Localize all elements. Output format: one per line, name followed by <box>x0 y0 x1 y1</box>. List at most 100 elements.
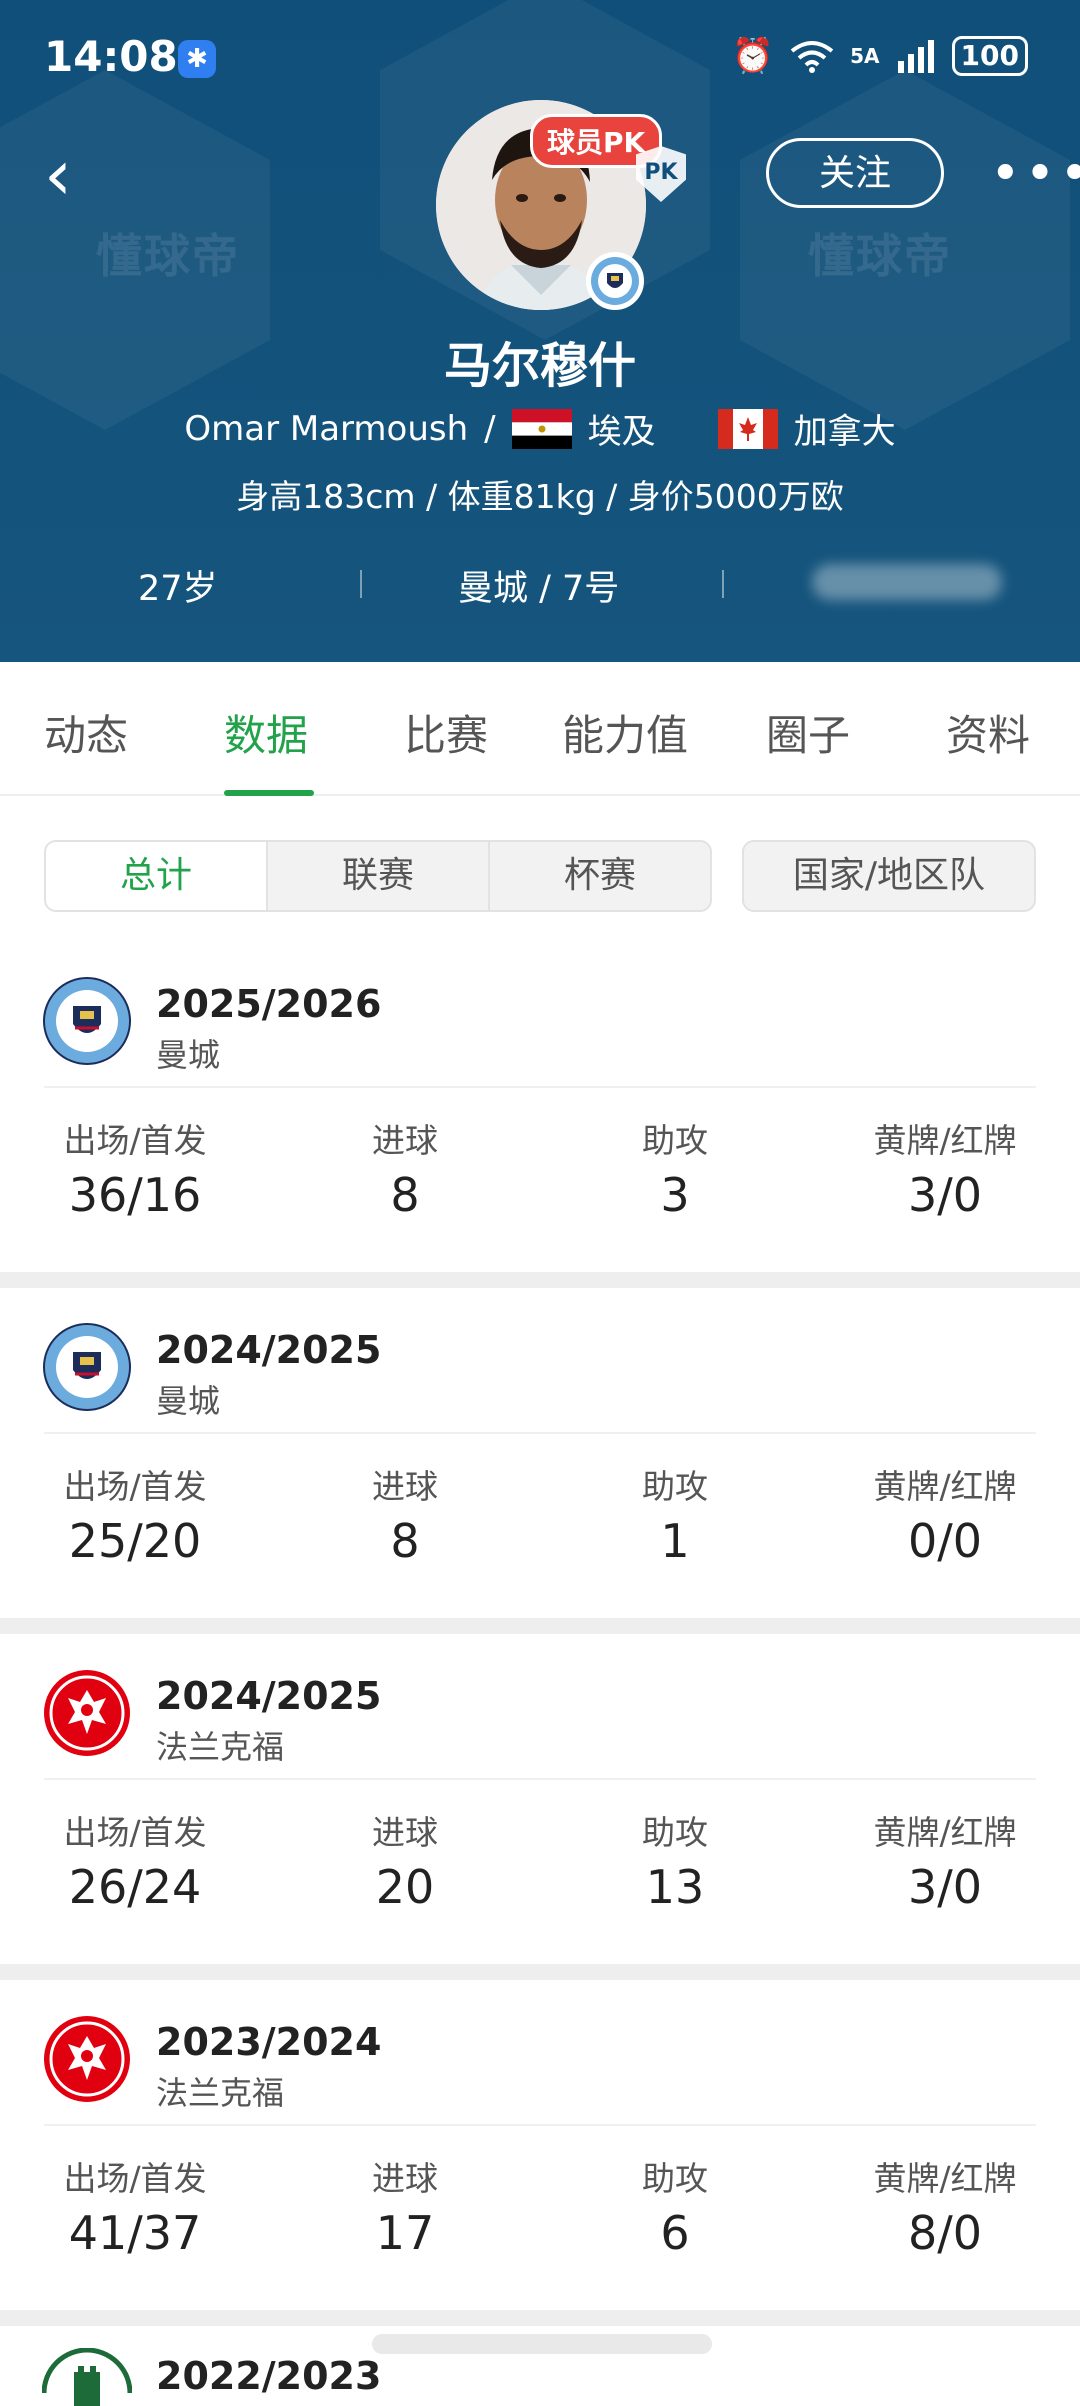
card-separator <box>0 1618 1080 1634</box>
tab-ability[interactable]: 能力值 <box>562 702 688 763</box>
card-divider <box>44 1432 1036 1434</box>
tab-data[interactable]: 数据 <box>224 702 308 763</box>
stat-cards: 黄牌/红牌 3/0 <box>810 1806 1080 1914</box>
watermark: 懂球帝 <box>96 229 240 283</box>
alarm-icon: ⏰ <box>731 36 775 76</box>
stat-value: 25/20 <box>68 1514 202 1568</box>
stat-value: 8 <box>390 1168 420 1222</box>
season-card[interactable]: 2022/2023 <box>0 2326 1080 2406</box>
filter-total[interactable]: 总计 <box>46 842 268 910</box>
loading-placeholder <box>372 2334 712 2354</box>
stat-value: 8 <box>390 1514 420 1568</box>
tab-profile-info[interactable]: 资料 <box>946 702 1030 763</box>
card-divider <box>44 1778 1036 1780</box>
player-header: 懂球帝 懂球帝 14:08 ✱ ⏰ 5A 100 ‹ 关注 ••• <box>0 0 1080 662</box>
stat-value: 3 <box>660 1168 690 1222</box>
blurred-meta-item <box>812 564 1002 600</box>
stat-label: 黄牌/红牌 <box>873 1121 1017 1160</box>
stat-assists: 助攻 3 <box>540 1114 810 1222</box>
stat-value: 13 <box>645 1860 705 1914</box>
stat-assists: 助攻 6 <box>540 2152 810 2260</box>
season-club: 曼城 <box>156 1382 221 1420</box>
season-card[interactable]: 2024/2025 曼城 出场/首发 25/20 进球 8 助攻 1 黄牌/红牌… <box>0 1300 1080 1630</box>
stat-assists: 助攻 13 <box>540 1806 810 1914</box>
stat-apps: 出场/首发 25/20 <box>0 1460 270 1568</box>
stat-label: 进球 <box>372 2159 438 2198</box>
man-city-crest-icon <box>43 1323 131 1411</box>
man-city-crest-icon <box>43 977 131 1065</box>
stat-goals: 进球 8 <box>270 1114 540 1222</box>
filter-league[interactable]: 联赛 <box>268 842 490 910</box>
stat-value: 17 <box>375 2206 435 2260</box>
stat-value: 0/0 <box>907 1514 983 1568</box>
player-age: 27岁 <box>138 569 218 609</box>
stat-apps: 出场/首发 41/37 <box>0 2152 270 2260</box>
stat-cards: 黄牌/红牌 0/0 <box>810 1460 1080 1568</box>
active-tab-indicator <box>224 790 314 796</box>
stat-label: 助攻 <box>642 2159 708 2198</box>
name-separator: / <box>484 408 496 449</box>
card-separator <box>0 1272 1080 1288</box>
wifi-icon <box>790 41 834 73</box>
player-name-cn: 马尔穆什 <box>443 338 636 394</box>
stat-value: 36/16 <box>68 1168 202 1222</box>
club-crest-icon <box>42 2348 132 2406</box>
stat-apps: 出场/首发 36/16 <box>0 1114 270 1222</box>
season-year: 2023/2024 <box>156 2020 382 2064</box>
stat-assists: 助攻 1 <box>540 1460 810 1568</box>
man-city-crest-icon <box>591 257 639 305</box>
status-time: 14:08 <box>44 32 178 81</box>
watermark: 懂球帝 <box>808 229 952 283</box>
season-club: 法兰克福 <box>156 1728 285 1766</box>
competition-filter: 总计 联赛 杯赛 <box>44 840 712 912</box>
nationality-egypt: 埃及 <box>587 412 656 452</box>
card-divider <box>44 1086 1036 1088</box>
stat-value: 6 <box>660 2206 690 2260</box>
canada-flag-icon <box>717 408 778 449</box>
stat-value: 3/0 <box>907 1168 983 1222</box>
meta-divider <box>722 570 724 598</box>
signal-icon <box>897 40 934 73</box>
network-type: 5A <box>850 44 880 68</box>
stat-cards: 黄牌/红牌 3/0 <box>810 1114 1080 1222</box>
filter-cup[interactable]: 杯赛 <box>490 842 710 910</box>
app-notification-icon: ✱ <box>178 40 216 78</box>
tab-dynamics[interactable]: 动态 <box>44 702 128 763</box>
player-club-number[interactable]: 曼城 / 7号 <box>458 560 619 611</box>
season-card[interactable]: 2024/2025 法兰克福 出场/首发 26/24 进球 20 助攻 13 黄… <box>0 1646 1080 1976</box>
nationality-row: Omar Marmoush / 埃及 加拿大 <box>0 404 1080 453</box>
season-year: 2025/2026 <box>156 982 382 1026</box>
card-separator <box>0 1964 1080 1980</box>
player-meta-row: 27岁 曼城 / 7号 <box>0 560 1080 610</box>
meta-divider <box>360 570 362 598</box>
stat-apps: 出场/首发 26/24 <box>0 1806 270 1914</box>
stat-label: 黄牌/红牌 <box>873 2159 1017 2198</box>
filter-national-team[interactable]: 国家/地区队 <box>742 840 1036 912</box>
club-mini-logo <box>586 252 644 310</box>
stat-value: 3/0 <box>907 1860 983 1914</box>
season-card[interactable]: 2025/2026 曼城 出场/首发 36/16 进球 8 助攻 3 黄牌/红牌… <box>0 954 1080 1284</box>
stat-value: 8/0 <box>907 2206 983 2260</box>
season-club: 曼城 <box>156 1036 221 1074</box>
stat-label: 助攻 <box>642 1121 708 1160</box>
stat-label: 助攻 <box>642 1467 708 1506</box>
season-year: 2022/2023 <box>156 2354 382 2398</box>
stat-goals: 进球 8 <box>270 1460 540 1568</box>
tab-matches[interactable]: 比赛 <box>404 702 488 763</box>
stat-cards: 黄牌/红牌 8/0 <box>810 2152 1080 2260</box>
stat-value: 41/37 <box>68 2206 202 2260</box>
stat-label: 进球 <box>372 1813 438 1852</box>
profile-tabs: 动态 数据 比赛 能力值 圈子 资料 <box>0 662 1080 796</box>
nationality-canada: 加拿大 <box>793 412 896 452</box>
egypt-flag-icon <box>511 408 572 449</box>
back-arrow-icon[interactable]: ‹ <box>44 140 72 210</box>
more-options-icon[interactable]: ••• <box>990 144 1080 204</box>
season-card[interactable]: 2023/2024 法兰克福 出场/首发 41/37 进球 17 助攻 6 黄牌… <box>0 1992 1080 2322</box>
card-separator <box>0 2310 1080 2326</box>
stat-label: 黄牌/红牌 <box>873 1467 1017 1506</box>
tab-circle[interactable]: 圈子 <box>766 702 850 763</box>
stat-label: 进球 <box>372 1121 438 1160</box>
stat-label: 黄牌/红牌 <box>873 1813 1017 1852</box>
follow-button[interactable]: 关注 <box>766 138 944 208</box>
stat-label: 进球 <box>372 1467 438 1506</box>
